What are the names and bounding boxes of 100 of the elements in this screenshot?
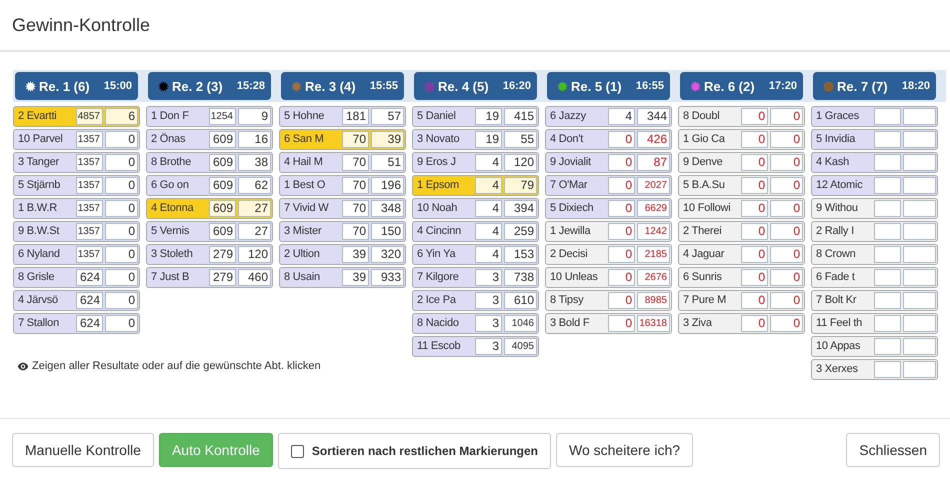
horse-name-cell[interactable]: 2 Ice Pa <box>414 292 473 309</box>
horse-name-cell[interactable]: 4 Jaguar <box>680 246 739 263</box>
payout-cell: 0 <box>105 246 138 263</box>
horse-name-cell[interactable]: 9 Jovialit <box>547 154 606 171</box>
horse-name-cell[interactable]: 6 Go on <box>148 177 207 194</box>
horse-name-cell[interactable]: 7 Pure M <box>680 292 739 309</box>
payout-cell: 0 <box>105 154 138 171</box>
payout-cell: 0 <box>770 315 803 332</box>
payout-cell: 27 <box>238 223 271 240</box>
horse-name-cell[interactable]: 7 Vivid W <box>281 200 340 217</box>
payout-cell <box>903 200 936 217</box>
horse-name-cell[interactable]: 1 Best O <box>281 177 340 194</box>
horse-name-cell[interactable]: 4 Järvsö <box>15 292 74 309</box>
race-header[interactable]: Re. 7 (7) 18:20 <box>813 72 936 100</box>
points-cell: 0 <box>741 292 768 309</box>
horse-name-cell[interactable]: 3 Bold F <box>547 315 606 332</box>
horse-name-cell[interactable]: 9 Denve <box>680 154 739 171</box>
horse-name-cell[interactable]: 7 Just B <box>148 269 207 286</box>
payout-cell: 0 <box>105 269 138 286</box>
horse-name-cell[interactable]: 11 Escob <box>414 338 473 355</box>
horse-name-cell[interactable]: 8 Brothe <box>148 154 207 171</box>
horse-name-cell[interactable]: 8 Doubl <box>680 108 739 125</box>
payout-cell: 0 <box>105 200 138 217</box>
horse-name-cell[interactable]: 8 Usain <box>281 269 340 286</box>
points-cell: 0 <box>741 269 768 286</box>
horse-name-cell[interactable]: 6 Jazzy <box>547 108 606 125</box>
horse-name-cell[interactable]: 9 Eros J <box>414 154 473 171</box>
horse-name-cell[interactable]: 3 Novato <box>414 131 473 148</box>
horse-name-cell[interactable]: 5 Dixiech <box>547 200 606 217</box>
sort-checkbox[interactable]: Sortieren nach restlichen Markierungen <box>278 433 551 469</box>
action-button[interactable]: Manuelle Kontrolle <box>12 433 154 467</box>
horse-name-cell[interactable]: 10 Followi <box>680 200 739 217</box>
race-header[interactable]: Re. 5 (1) 16:55 <box>547 72 670 100</box>
horse-name-cell[interactable]: 5 B.A.Su <box>680 177 739 194</box>
horse-name-cell[interactable]: 9 B.W.St <box>15 223 74 240</box>
points-cell <box>874 338 901 355</box>
horse-name-cell[interactable]: 6 Nyland <box>15 246 74 263</box>
horse-name-cell[interactable]: 5 Vernis <box>148 223 207 240</box>
horse-name-cell[interactable]: 10 Parvel <box>15 131 74 148</box>
horse-name-cell[interactable]: 8 Tipsy <box>547 292 606 309</box>
payout-cell: 348 <box>371 200 404 217</box>
horse-name-cell[interactable]: 4 Etonna <box>148 200 207 217</box>
points-cell: 1357 <box>76 154 103 171</box>
horse-name-cell[interactable]: 7 Stallon <box>15 315 74 332</box>
horse-name-cell[interactable]: 3 Ziva <box>680 315 739 332</box>
horse-name-cell[interactable]: 6 San M <box>281 131 340 148</box>
horse-name-cell[interactable]: 3 Mister <box>281 223 340 240</box>
horse-name-cell[interactable]: 10 Noah <box>414 200 473 217</box>
points-cell: 0 <box>741 177 768 194</box>
horse-name-cell[interactable]: 4 Hail M <box>281 154 340 171</box>
points-cell: 0 <box>608 315 635 332</box>
horse-name-cell[interactable]: 5 Hohne <box>281 108 340 125</box>
horse-name-cell[interactable]: 1 Don F <box>148 108 207 125</box>
horse-name-cell[interactable]: 1 Gio Ca <box>680 131 739 148</box>
horse-name-cell[interactable]: 10 Unleas <box>547 269 606 286</box>
points-cell: 70 <box>342 177 369 194</box>
points-cell: 39 <box>342 269 369 286</box>
horse-name-cell[interactable]: 2 Decisi <box>547 246 606 263</box>
horse-name-cell[interactable]: 1 Epsom <box>414 177 473 194</box>
horse-name-cell[interactable]: 7 Kilgore <box>414 269 473 286</box>
horse-name-cell[interactable]: 3 Stoleth <box>148 246 207 263</box>
horse-name-cell[interactable]: 6 Yin Ya <box>414 246 473 263</box>
horse-name-cell[interactable]: 1 Jewilla <box>547 223 606 240</box>
race-header[interactable]: Re. 1 (6) 15:00 <box>15 72 138 100</box>
payout-cell: 153 <box>504 246 537 263</box>
horse-name-cell[interactable]: 2 Ultion <box>281 246 340 263</box>
payout-cell: 79 <box>504 177 537 194</box>
points-cell: 624 <box>76 292 103 309</box>
payout-cell <box>903 131 936 148</box>
close-button[interactable]: Schliessen <box>846 433 940 467</box>
race-header[interactable]: Re. 3 (4) 15:55 <box>281 72 404 100</box>
payout-cell: 87 <box>637 154 670 171</box>
payout-cell: 0 <box>770 154 803 171</box>
action-button[interactable]: Wo scheitere ich? <box>556 433 694 467</box>
race-header[interactable]: Re. 6 (2) 17:20 <box>680 72 803 100</box>
race-header[interactable]: Re. 4 (5) 16:20 <box>414 72 537 100</box>
payout-cell: 16318 <box>637 315 670 332</box>
payout-cell <box>903 177 936 194</box>
horse-name-cell[interactable]: 7 O'Mar <box>547 177 606 194</box>
horse-name-cell[interactable]: 6 Sunris <box>680 269 739 286</box>
horse-name-cell[interactable]: 4 Don't <box>547 131 606 148</box>
payout-cell: 0 <box>770 246 803 263</box>
payout-cell: 62 <box>238 177 271 194</box>
payout-cell: 4095 <box>504 338 537 355</box>
race-header[interactable]: Re. 2 (3) 15:28 <box>148 72 271 100</box>
horse-name-cell[interactable]: 2 Evartti <box>15 108 74 125</box>
points-cell: 4857 <box>76 108 103 125</box>
horse-name-cell[interactable]: 4 Cincinn <box>414 223 473 240</box>
payout-cell: 57 <box>371 108 404 125</box>
horse-name-cell[interactable]: 2 Önas <box>148 131 207 148</box>
payout-cell: 320 <box>371 246 404 263</box>
payout-cell: 16 <box>238 131 271 148</box>
horse-name-cell[interactable]: 5 Stjärnb <box>15 177 74 194</box>
horse-name-cell[interactable]: 3 Tanger <box>15 154 74 171</box>
horse-name-cell[interactable]: 8 Nacido <box>414 315 473 332</box>
horse-name-cell[interactable]: 8 Grisle <box>15 269 74 286</box>
horse-name-cell[interactable]: 1 B.W.R <box>15 200 74 217</box>
horse-name-cell[interactable]: 2 Therei <box>680 223 739 240</box>
payout-cell: 0 <box>770 223 803 240</box>
horse-name-cell[interactable]: 5 Daniel <box>414 108 473 125</box>
